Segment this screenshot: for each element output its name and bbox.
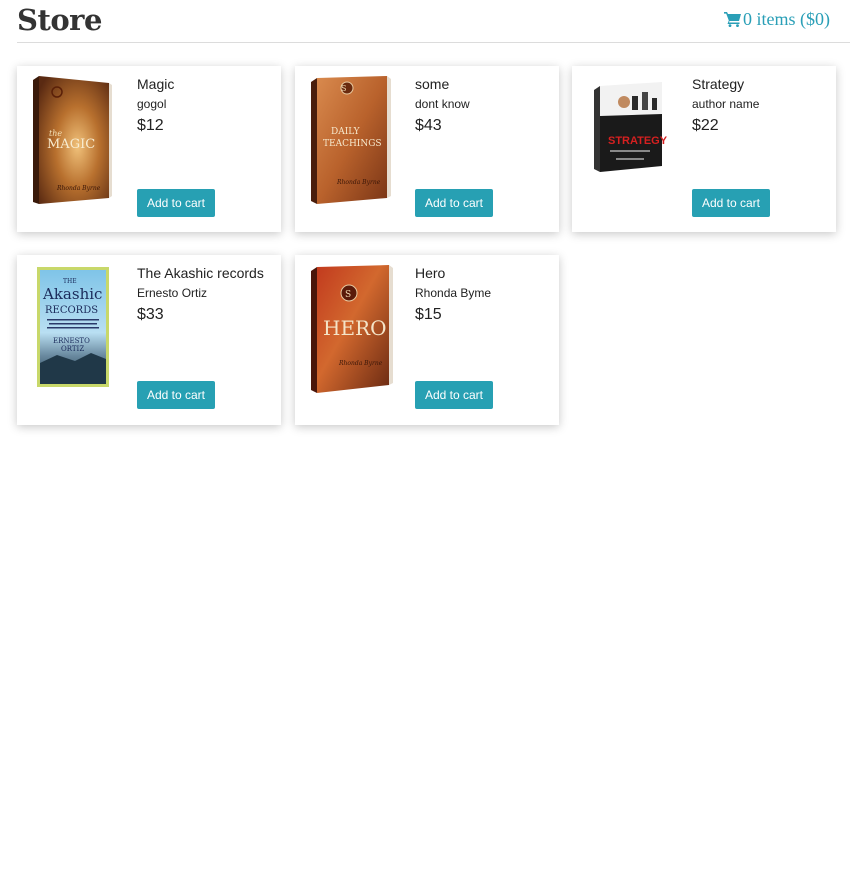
book-cover-akashic-records: THE Akashic RECORDS ERNESTO ORTIZ <box>27 263 123 395</box>
store-header: Store 0 items ($0) <box>17 0 850 43</box>
shopping-cart-icon <box>724 11 743 27</box>
svg-text:Rhonda Byrne: Rhonda Byrne <box>338 360 383 367</box>
svg-text:ORTIZ: ORTIZ <box>61 345 84 353</box>
product-title: The Akashic records <box>137 265 264 281</box>
svg-text:RECORDS: RECORDS <box>45 305 98 316</box>
book-cover-magic: the MAGIC Rhonda Byrne <box>27 74 123 206</box>
product-info: Strategy author name $22 <box>692 76 832 135</box>
product-title: Strategy <box>692 76 745 92</box>
product-card: STRATEGY Strategy author name $22 Add to… <box>572 66 836 232</box>
svg-text:TEACHINGS: TEACHINGS <box>323 139 382 149</box>
svg-text:Rhonda Byrne: Rhonda Byrne <box>336 179 381 186</box>
svg-text:ERNESTO: ERNESTO <box>53 337 90 345</box>
svg-text:Akashic: Akashic <box>42 285 102 303</box>
product-card: S HERO Rhonda Byrne Hero Rhonda Byme $15… <box>295 255 559 425</box>
product-author: gogol <box>137 97 167 111</box>
book-cover-daily-teachings: S DAILY TEACHINGS Rhonda Byrne <box>305 74 401 206</box>
svg-text:MAGIC: MAGIC <box>47 137 95 152</box>
svg-text:HERO: HERO <box>323 316 387 340</box>
svg-text:DAILY: DAILY <box>331 127 361 137</box>
svg-text:THE: THE <box>63 278 77 285</box>
add-to-cart-button[interactable]: Add to cart <box>137 189 215 217</box>
cart-link[interactable]: 0 items ($0) <box>724 9 830 29</box>
product-price: $12 <box>137 117 164 134</box>
product-info: The Akashic records Ernesto Ortiz $33 <box>137 265 277 324</box>
page-title: Store <box>17 3 102 37</box>
add-to-cart-button[interactable]: Add to cart <box>415 189 493 217</box>
product-price: $33 <box>137 306 164 323</box>
product-author: dont know <box>415 97 470 111</box>
svg-text:S: S <box>341 84 346 93</box>
product-card: the MAGIC Rhonda Byrne Magic gogol $12 A… <box>17 66 281 232</box>
book-cover-hero: S HERO Rhonda Byrne <box>305 263 401 395</box>
add-to-cart-button[interactable]: Add to cart <box>415 381 493 409</box>
book-cover-strategy: STRATEGY <box>582 74 678 206</box>
product-card: THE Akashic RECORDS ERNESTO ORTIZ The Ak… <box>17 255 281 425</box>
product-author: Ernesto Ortiz <box>137 286 208 300</box>
product-author: author name <box>692 97 760 111</box>
cart-summary[interactable]: 0 items ($0) <box>743 9 830 29</box>
product-price: $43 <box>415 117 442 134</box>
add-to-cart-button[interactable]: Add to cart <box>692 189 770 217</box>
product-info: some dont know $43 <box>415 76 555 135</box>
product-price: $15 <box>415 306 442 323</box>
product-info: Magic gogol $12 <box>137 76 277 135</box>
product-title: Magic <box>137 76 175 92</box>
product-price: $22 <box>692 117 719 134</box>
product-author: Rhonda Byme <box>415 286 492 300</box>
svg-text:STRATEGY: STRATEGY <box>608 135 668 147</box>
product-title: some <box>415 76 450 92</box>
product-card: S DAILY TEACHINGS Rhonda Byrne some dont… <box>295 66 559 232</box>
svg-text:Rhonda Byrne: Rhonda Byrne <box>56 185 101 192</box>
add-to-cart-button[interactable]: Add to cart <box>137 381 215 409</box>
svg-text:S: S <box>345 290 351 300</box>
product-title: Hero <box>415 265 446 281</box>
product-info: Hero Rhonda Byme $15 <box>415 265 555 324</box>
